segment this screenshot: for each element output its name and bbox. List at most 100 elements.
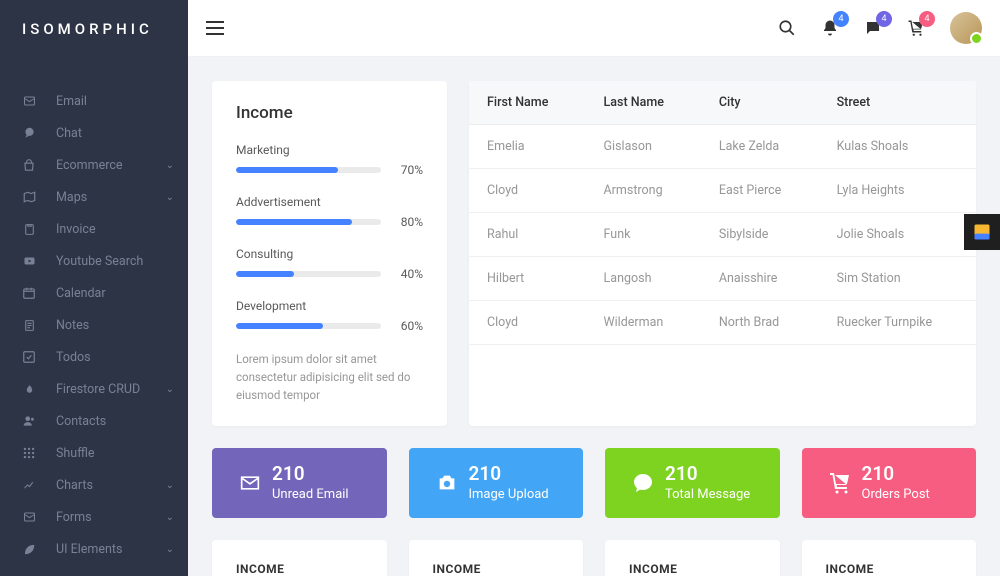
sidebar-item-label: Ecommerce [56, 158, 123, 173]
progress-bar [236, 219, 381, 225]
stat-card-unread-email[interactable]: 210 Unread Email [212, 448, 387, 518]
table-header[interactable]: Street [819, 81, 976, 125]
leaf-icon [20, 542, 38, 556]
sidebar-item-notes[interactable]: Notes [0, 309, 188, 341]
youtube-icon [20, 255, 38, 267]
table-row[interactable]: EmeliaGislasonLake ZeldaKulas Shoals [469, 125, 976, 169]
table-cell: Cloyd [469, 169, 586, 213]
brand-logo[interactable]: ISOMORPHIC [0, 0, 188, 57]
theme-widget-icon[interactable] [964, 214, 1000, 250]
fire-icon [20, 382, 38, 397]
sidebar-item-label: Email [56, 94, 87, 109]
content-area: Income Marketing70%Addvertisement80%Cons… [188, 57, 1000, 576]
table-row[interactable]: RahulFunkSibylsideJolie Shoals [469, 213, 976, 257]
sidebar-item-label: Forms [56, 510, 92, 525]
table-cell: Cloyd [469, 301, 586, 345]
bell-badge: 4 [833, 11, 849, 27]
table-cell: Ruecker Turnpike [819, 301, 976, 345]
progress-bar [236, 167, 381, 173]
stat-label: Orders Post [862, 487, 930, 502]
sidebar-item-label: Calendar [56, 286, 106, 301]
sidebar-item-ecommerce[interactable]: Ecommerce⌄ [0, 149, 188, 181]
table-card: First NameLast NameCityStreet EmeliaGisl… [469, 81, 976, 426]
avatar[interactable] [950, 12, 982, 44]
progress-label: Addvertisement [236, 195, 423, 209]
stat-label: Unread Email [272, 487, 349, 502]
income-card: Income Marketing70%Addvertisement80%Cons… [212, 81, 447, 426]
sidebar-item-invoice[interactable]: Invoice [0, 213, 188, 245]
sidebar-nav: EmailChatEcommerce⌄Maps⌄InvoiceYoutube S… [0, 57, 188, 576]
progress-label: Development [236, 299, 423, 313]
search-icon[interactable] [778, 19, 796, 37]
sidebar-item-label: Contacts [56, 414, 106, 429]
sidebar-item-email[interactable]: Email [0, 85, 188, 117]
sidebar-item-youtube-search[interactable]: Youtube Search [0, 245, 188, 277]
sidebar-item-forms[interactable]: Forms ⌄ [0, 501, 188, 533]
table-row[interactable]: HilbertLangoshAnaisshireSim Station [469, 257, 976, 301]
cart-icon[interactable]: 4 [907, 19, 925, 37]
stat-number: 210 [665, 464, 750, 485]
stat-label: Total Message [665, 487, 750, 502]
sidebar: ISOMORPHIC EmailChatEcommerce⌄Maps⌄Invoi… [0, 0, 188, 576]
progress-bar [236, 271, 381, 277]
sidebar-item-label: UI Elements [56, 542, 122, 557]
envelope-icon [228, 473, 272, 493]
stat-card-total-message[interactable]: 210 Total Message [605, 448, 780, 518]
stat-number: 210 [272, 464, 349, 485]
chevron-down-icon: ⌄ [166, 480, 174, 491]
table-header[interactable]: First Name [469, 81, 586, 125]
table-cell: Rahul [469, 213, 586, 257]
table-row[interactable]: CloydArmstrongEast PierceLyla Heights [469, 169, 976, 213]
stat-number: 210 [469, 464, 549, 485]
table-cell: Wilderman [586, 301, 701, 345]
sidebar-item-contacts[interactable]: Contacts [0, 405, 188, 437]
table-header[interactable]: Last Name [586, 81, 701, 125]
sidebar-item-calendar[interactable]: Calendar [0, 277, 188, 309]
stat-card-orders-post[interactable]: 210 Orders Post [802, 448, 977, 518]
progress-row: Addvertisement 80% [236, 195, 423, 229]
progress-percent: 70% [393, 163, 423, 177]
progress-percent: 80% [393, 215, 423, 229]
income-mini-card: INCOME$15000 [605, 540, 780, 576]
sidebar-item-chat[interactable]: Chat [0, 117, 188, 149]
message-icon[interactable]: 4 [864, 19, 882, 37]
sidebar-item-charts[interactable]: Charts⌄ [0, 469, 188, 501]
message-badge: 4 [876, 11, 892, 27]
stat-card-image-upload[interactable]: 210Image Upload [409, 448, 584, 518]
table-cell: Funk [586, 213, 701, 257]
bell-icon[interactable]: 4 [821, 19, 839, 37]
sidebar-item-label: Firestore CRUD [56, 382, 140, 397]
data-table: First NameLast NameCityStreet EmeliaGisl… [469, 81, 976, 345]
table-cell: North Brad [701, 301, 819, 345]
mail2-icon [20, 511, 38, 523]
table-cell: Lake Zelda [701, 125, 819, 169]
sidebar-item-todos[interactable]: Todos [0, 341, 188, 373]
bag-icon [20, 158, 38, 173]
chevron-down-icon: ⌄ [166, 512, 174, 523]
progress-label: Marketing [236, 143, 423, 157]
table-cell: Sim Station [819, 257, 976, 301]
chart-icon [20, 479, 38, 492]
table-cell: Anaisshire [701, 257, 819, 301]
sidebar-item-label: Chat [56, 126, 82, 141]
stat-number: 210 [862, 464, 930, 485]
hamburger-icon[interactable] [206, 16, 224, 40]
table-cell: East Pierce [701, 169, 819, 213]
sidebar-item-label: Notes [56, 318, 89, 333]
progress-row: Marketing 70% [236, 143, 423, 177]
progress-percent: 40% [393, 267, 423, 281]
sidebar-item-firestore-crud[interactable]: Firestore CRUD⌄ [0, 373, 188, 405]
sidebar-item-ui-elements[interactable]: UI Elements⌄ [0, 533, 188, 565]
sidebar-item-shuffle[interactable]: Shuffle [0, 437, 188, 469]
table-row[interactable]: CloydWildermanNorth BradRuecker Turnpike [469, 301, 976, 345]
table-header[interactable]: City [701, 81, 819, 125]
table-cell: Armstrong [586, 169, 701, 213]
table-cell: Jolie Shoals [819, 213, 976, 257]
table-cell: Sibylside [701, 213, 819, 257]
table-cell: Kulas Shoals [819, 125, 976, 169]
sidebar-item-maps[interactable]: Maps⌄ [0, 181, 188, 213]
calendar-icon [20, 286, 38, 300]
note-icon [20, 318, 38, 333]
cart-icon [818, 471, 862, 495]
mini-label: INCOME [236, 562, 363, 576]
